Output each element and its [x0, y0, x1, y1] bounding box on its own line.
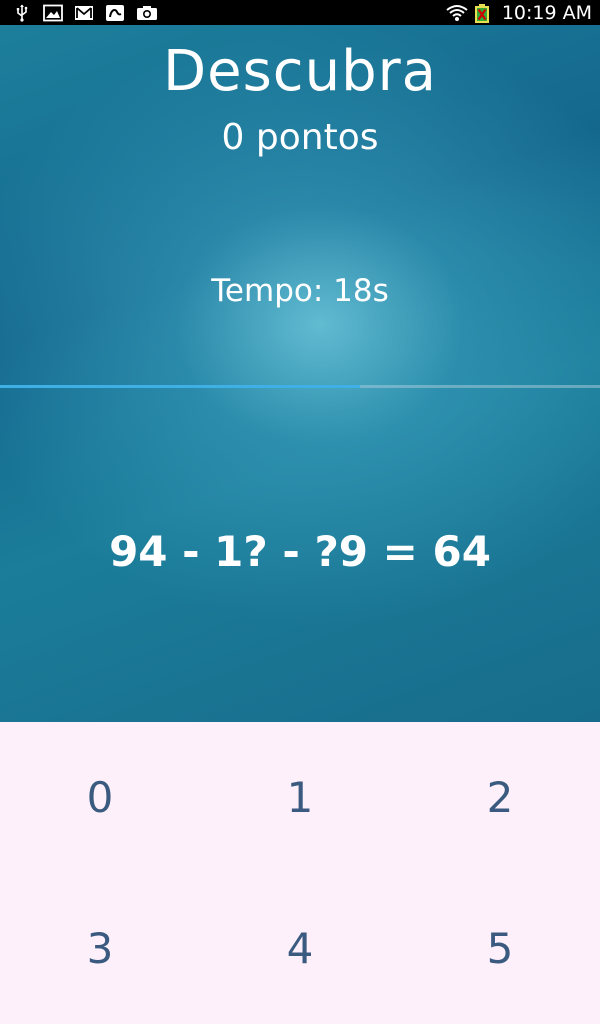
status-bar-clock: 10:19 AM	[501, 1, 592, 24]
equation-puzzle: 94 - 1? - ?9 = 64	[109, 527, 491, 576]
gallery-icon	[43, 4, 63, 22]
key-4-button[interactable]: 4	[200, 873, 400, 1024]
camera-icon	[136, 4, 157, 22]
app-icon	[105, 4, 125, 22]
number-keypad: 0 1 2 3 4 5	[0, 722, 600, 1024]
time-progress-fill	[0, 385, 360, 388]
gmail-icon	[74, 4, 94, 22]
usb-icon	[12, 4, 32, 22]
key-5-button[interactable]: 5	[400, 873, 600, 1024]
status-bar-system: 10:19 AM	[446, 0, 600, 25]
key-1-button[interactable]: 1	[200, 722, 400, 873]
app-screen: 10:19 AM Descubra 0 pontos Tempo: 18s 94…	[0, 0, 600, 1024]
time-progress-bar	[0, 385, 600, 388]
status-bar-notifications	[0, 0, 157, 25]
battery-icon	[472, 3, 492, 23]
score-label: 0 pontos	[221, 117, 379, 158]
key-0-button[interactable]: 0	[0, 722, 200, 873]
game-area: Descubra 0 pontos Tempo: 18s 94 - 1? - ?…	[0, 25, 600, 722]
timer-label: Tempo: 18s	[211, 273, 389, 309]
wifi-icon	[446, 4, 468, 22]
status-bar: 10:19 AM	[0, 0, 600, 25]
key-3-button[interactable]: 3	[0, 873, 200, 1024]
page-title: Descubra	[163, 39, 437, 104]
key-2-button[interactable]: 2	[400, 722, 600, 873]
